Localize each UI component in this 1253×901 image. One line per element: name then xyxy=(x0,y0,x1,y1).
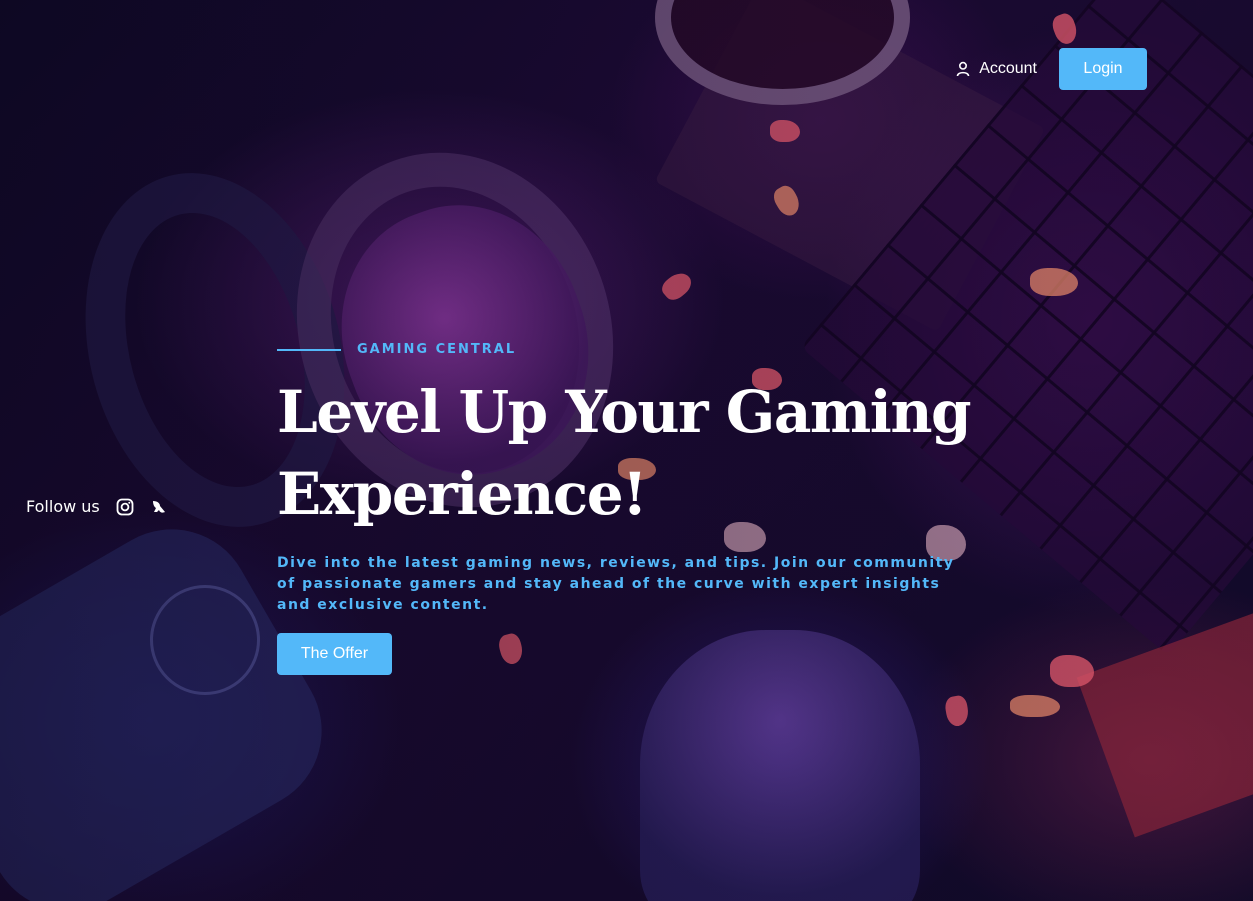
user-icon xyxy=(955,61,971,77)
candy-shape xyxy=(1030,268,1078,296)
brand-icon[interactable] xyxy=(150,498,168,516)
hero-title-line-2: Experience! xyxy=(277,460,648,528)
hero-content: GAMING CENTRAL Level Up Your Gaming Expe… xyxy=(277,342,997,675)
eyebrow-divider xyxy=(277,348,341,351)
follow-us-label: Follow us xyxy=(26,497,100,516)
eyebrow: GAMING CENTRAL xyxy=(277,342,997,357)
candy-shape xyxy=(943,694,971,728)
login-button[interactable]: Login xyxy=(1059,48,1147,90)
candy-shape xyxy=(1050,655,1094,687)
social-links: Follow us xyxy=(26,497,168,516)
candy-box-shape xyxy=(1076,612,1253,838)
candy-shape xyxy=(770,120,800,142)
offer-button[interactable]: The Offer xyxy=(277,633,392,675)
top-nav: Account Login xyxy=(955,48,1147,90)
eyebrow-label: GAMING CENTRAL xyxy=(357,342,517,357)
candy-shape xyxy=(658,267,696,305)
hero-title-line-1: Level Up Your Gaming xyxy=(277,378,972,446)
candy-shape xyxy=(1010,695,1060,717)
hero-description: Dive into the latest gaming news, review… xyxy=(277,555,955,613)
account-label: Account xyxy=(979,60,1037,77)
candy-shape xyxy=(769,182,805,220)
hero-title: Level Up Your Gaming Experience! xyxy=(277,371,997,535)
account-link[interactable]: Account xyxy=(955,60,1037,78)
candy-shape xyxy=(1049,11,1081,47)
cup-shape xyxy=(655,0,910,105)
controller-buttons-shape xyxy=(150,585,260,695)
instagram-icon[interactable] xyxy=(116,498,134,516)
hero-section: Account Login Follow us GAMING CENTRAL L… xyxy=(0,0,1253,901)
